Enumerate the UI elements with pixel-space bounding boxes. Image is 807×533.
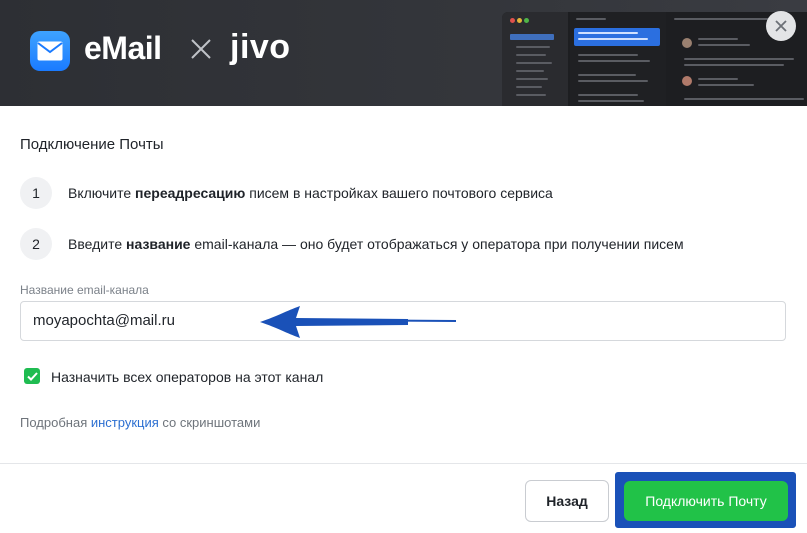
back-button[interactable]: Назад (525, 480, 609, 522)
mail-app-icon (30, 31, 70, 71)
annotation-arrow (258, 304, 460, 345)
close-icon (775, 20, 787, 32)
step-number-1: 1 (20, 177, 52, 209)
assign-operators-checkbox[interactable] (24, 368, 40, 384)
assign-operators-label[interactable]: Назначить всех операторов на этот канал (51, 369, 323, 385)
page-title: Подключение Почты (20, 136, 164, 153)
channel-name-label: Название email-канала (20, 283, 149, 297)
instruction-link[interactable]: инструкция (91, 415, 159, 430)
cross-icon (190, 38, 212, 65)
step-text-2: Введите название email-канала — оно буде… (68, 236, 684, 252)
step-number-2: 2 (20, 228, 52, 260)
close-button[interactable] (766, 11, 796, 41)
header: eMail jivo (0, 0, 807, 106)
help-text: Подробная инструкция со скриншотами (20, 415, 261, 430)
mail-app-preview-image (502, 12, 807, 106)
step-text-1: Включите переадресацию писем в настройка… (68, 185, 553, 201)
brand-jivo: jivo (230, 28, 291, 66)
brand-email: eMail (84, 30, 162, 66)
connect-mail-button[interactable]: Подключить Почту (624, 481, 788, 521)
checkmark-icon (26, 371, 38, 381)
footer-divider (0, 463, 807, 464)
